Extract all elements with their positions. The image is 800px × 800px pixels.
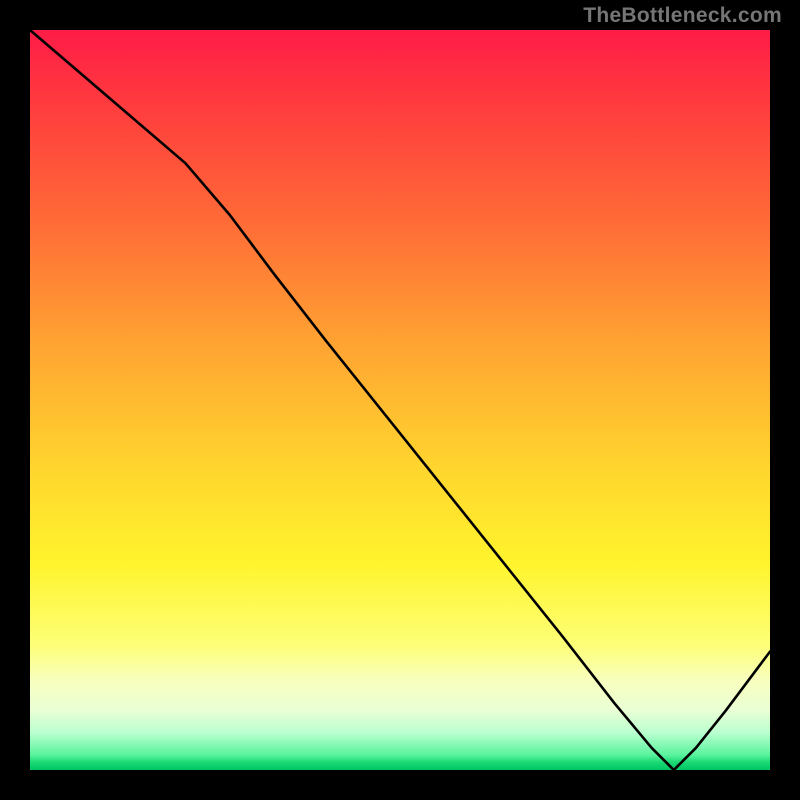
chart-frame: TheBottleneck.com <box>0 0 800 800</box>
watermark-text: TheBottleneck.com <box>583 4 782 28</box>
background-gradient <box>30 30 770 770</box>
plot-inner <box>30 30 770 770</box>
plot-area <box>30 30 770 770</box>
